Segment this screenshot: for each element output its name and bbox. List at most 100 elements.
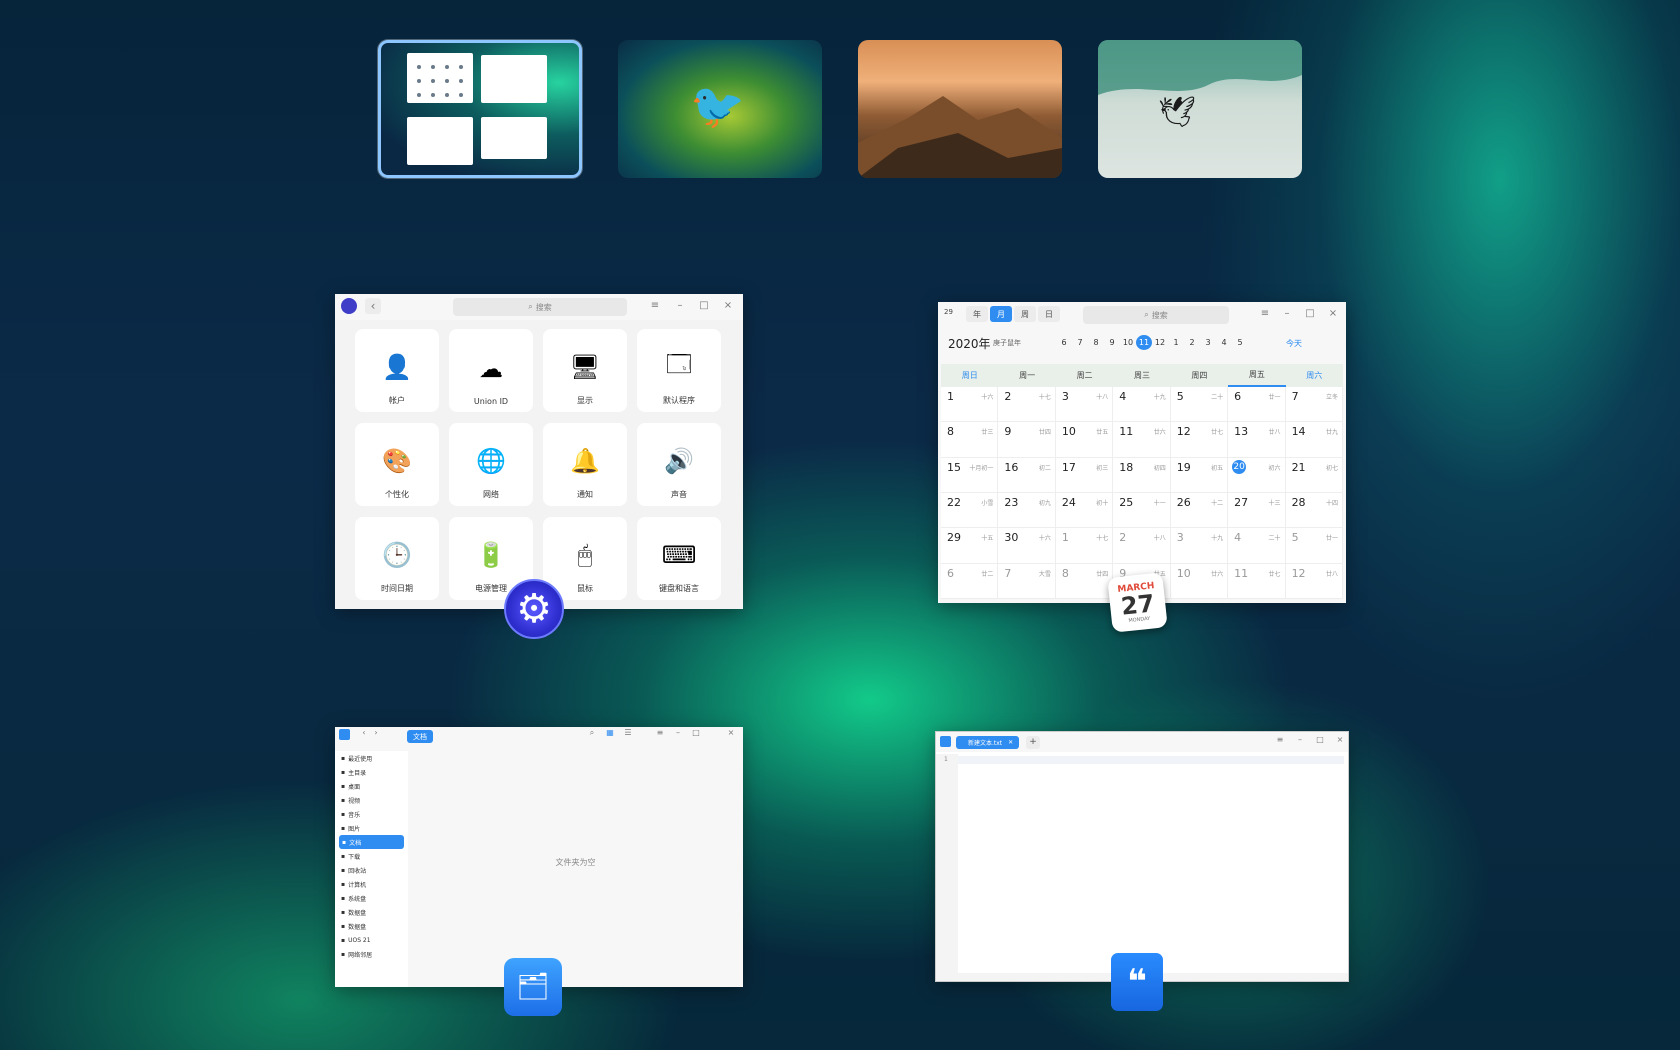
workspace-2-thumbnail[interactable]: 🐦 [618, 40, 822, 178]
settings-tile[interactable]: 👤 帐户 [355, 329, 439, 412]
settings-search-input[interactable]: ⌕ 搜索 [453, 298, 627, 316]
day-cell[interactable]: 15 十月初一 [941, 457, 999, 493]
settings-tile[interactable]: 🎨 个性化 [355, 423, 439, 506]
day-cell[interactable]: 1 十六 [941, 387, 999, 423]
day-cell[interactable]: 3 十九 [1170, 528, 1229, 564]
sidebar-item[interactable]: ▪ 回收站 [335, 863, 408, 877]
month-item[interactable]: 6 [1056, 335, 1072, 350]
sidebar-item[interactable]: ▪ 文档 [339, 835, 404, 849]
menu-icon[interactable]: ≡ [653, 728, 667, 737]
sidebar-item[interactable]: ▪ 计算机 [335, 877, 408, 891]
month-item[interactable]: 11 [1136, 335, 1152, 350]
sidebar-item[interactable]: ▪ 系统盘 [335, 891, 408, 905]
day-cell[interactable]: 5 二十 [1170, 387, 1229, 423]
settings-tile[interactable]: ☁ Union ID [449, 329, 533, 412]
settings-tile[interactable]: 🗔 默认程序 [637, 329, 721, 412]
today-button[interactable]: 今天 [1286, 338, 1302, 349]
workspace-3-thumbnail[interactable] [858, 40, 1062, 178]
day-cell[interactable]: 5 廿一 [1285, 528, 1343, 564]
day-cell[interactable]: 1 十七 [1055, 528, 1114, 564]
maximize-icon[interactable]: □ [1303, 308, 1317, 319]
day-cell[interactable]: 6 廿二 [941, 563, 999, 599]
day-cell[interactable]: 24 初十 [1055, 492, 1114, 529]
minimize-icon[interactable]: – [673, 300, 687, 311]
maximize-icon[interactable]: □ [697, 300, 711, 311]
sidebar-item[interactable]: ▪ 音乐 [335, 807, 408, 821]
day-cell[interactable]: 7 立冬 [1285, 387, 1343, 423]
month-item[interactable]: 10 [1120, 335, 1136, 350]
day-cell[interactable]: 20 初六 [1228, 457, 1286, 493]
settings-tile[interactable]: ⌨ 键盘和语言 [637, 517, 721, 600]
month-item[interactable]: 1 [1168, 335, 1184, 350]
month-item[interactable]: 12 [1152, 335, 1168, 350]
calendar-search-input[interactable]: ⌕ 搜索 [1083, 306, 1229, 324]
day-cell[interactable]: 12 廿八 [1285, 563, 1343, 599]
file-manager-window[interactable]: ‹ › 文档 ⌕ ▦ ☰ ≡ – □ × ▪ 最近使用 ▪ 主目录 ▪ 桌面 ▪ 视频 ▪ 音乐 ▪… [335, 727, 743, 987]
view-tab[interactable]: 月 [990, 306, 1012, 322]
breadcrumb[interactable]: 文档 [407, 730, 433, 743]
day-cell[interactable]: 16 初二 [998, 457, 1056, 493]
file-manager-app-icon-large[interactable]: 🗂 [504, 958, 562, 1016]
search-icon[interactable]: ⌕ [585, 728, 599, 738]
day-cell[interactable]: 8 廿三 [941, 422, 999, 458]
day-cell[interactable]: 23 初九 [998, 492, 1056, 529]
day-cell[interactable]: 18 初四 [1113, 457, 1171, 493]
close-icon[interactable]: × [1326, 308, 1340, 319]
day-cell[interactable]: 22 小雪 [941, 492, 999, 529]
text-editor-window[interactable]: 新建文本.txt ✕ + ≡ – □ × 1 [935, 731, 1349, 982]
day-cell[interactable]: 21 初七 [1285, 457, 1343, 493]
month-item[interactable]: 5 [1232, 335, 1248, 350]
back-button[interactable]: ‹ [365, 298, 381, 314]
day-cell[interactable]: 10 廿六 [1170, 563, 1229, 599]
new-tab-button[interactable]: + [1026, 736, 1040, 749]
sidebar-item[interactable]: ▪ 最近使用 [335, 751, 408, 765]
sidebar-item[interactable]: ▪ 图片 [335, 821, 408, 835]
menu-icon[interactable]: ≡ [1273, 735, 1287, 744]
workspace-4-thumbnail[interactable]: 🕊 [1098, 40, 1302, 178]
day-cell[interactable]: 17 初三 [1055, 457, 1114, 493]
day-cell[interactable]: 2 十八 [1113, 528, 1171, 564]
sidebar-item[interactable]: ▪ 网络邻居 [335, 947, 408, 961]
day-cell[interactable]: 2 十七 [998, 387, 1056, 423]
day-cell[interactable]: 12 廿七 [1170, 422, 1229, 458]
close-icon[interactable]: × [721, 300, 735, 311]
day-cell[interactable]: 3 十八 [1055, 387, 1114, 423]
settings-tile[interactable]: 🌐 网络 [449, 423, 533, 506]
document-tab[interactable]: 新建文本.txt ✕ [956, 736, 1020, 749]
minimize-icon[interactable]: – [1280, 308, 1294, 319]
sidebar-item[interactable]: ▪ UOS 21 [335, 933, 408, 947]
forward-icon[interactable]: › [369, 728, 383, 737]
day-cell[interactable]: 26 十二 [1170, 492, 1229, 529]
day-cell[interactable]: 27 十三 [1228, 492, 1286, 529]
list-view-icon[interactable]: ☰ [621, 728, 635, 737]
calendar-window[interactable]: 29 年月周日 ⌕ 搜索 ≡ – □ × 2020年 庚子鼠年 6 7 8 9 10 11 1… [938, 302, 1346, 603]
menu-icon[interactable]: ≡ [1258, 308, 1272, 319]
sidebar-item[interactable]: ▪ 视频 [335, 793, 408, 807]
workspace-1-thumbnail[interactable] [378, 40, 582, 178]
settings-tile[interactable]: 🕒 时间日期 [355, 517, 439, 600]
view-tab[interactable]: 日 [1038, 306, 1060, 322]
month-item[interactable]: 2 [1184, 335, 1200, 350]
day-cell[interactable]: 19 初五 [1170, 457, 1229, 493]
view-tab[interactable]: 周 [1014, 306, 1036, 322]
day-cell[interactable]: 13 廿八 [1228, 422, 1286, 458]
month-item[interactable]: 3 [1200, 335, 1216, 350]
sidebar-item[interactable]: ▪ 桌面 [335, 779, 408, 793]
day-cell[interactable]: 6 廿一 [1228, 387, 1286, 423]
sidebar-item[interactable]: ▪ 下载 [335, 849, 408, 863]
close-icon[interactable]: × [1333, 735, 1347, 744]
day-cell[interactable]: 10 廿五 [1055, 422, 1114, 458]
day-cell[interactable]: 14 廿九 [1285, 422, 1343, 458]
maximize-icon[interactable]: □ [689, 728, 703, 737]
close-icon[interactable]: × [724, 728, 738, 737]
day-cell[interactable]: 25 十一 [1113, 492, 1171, 529]
minimize-icon[interactable]: – [1293, 735, 1307, 744]
minimize-icon[interactable]: – [671, 728, 685, 737]
day-cell[interactable]: 11 廿七 [1228, 563, 1286, 599]
tab-close-icon[interactable]: ✕ [1008, 739, 1013, 746]
calendar-app-icon-large[interactable]: MARCH 27 MONDAY [1107, 572, 1168, 633]
menu-icon[interactable]: ≡ [648, 300, 662, 311]
month-item[interactable]: 7 [1072, 335, 1088, 350]
view-tab[interactable]: 年 [966, 306, 988, 322]
settings-tile[interactable]: 🔊 声音 [637, 423, 721, 506]
